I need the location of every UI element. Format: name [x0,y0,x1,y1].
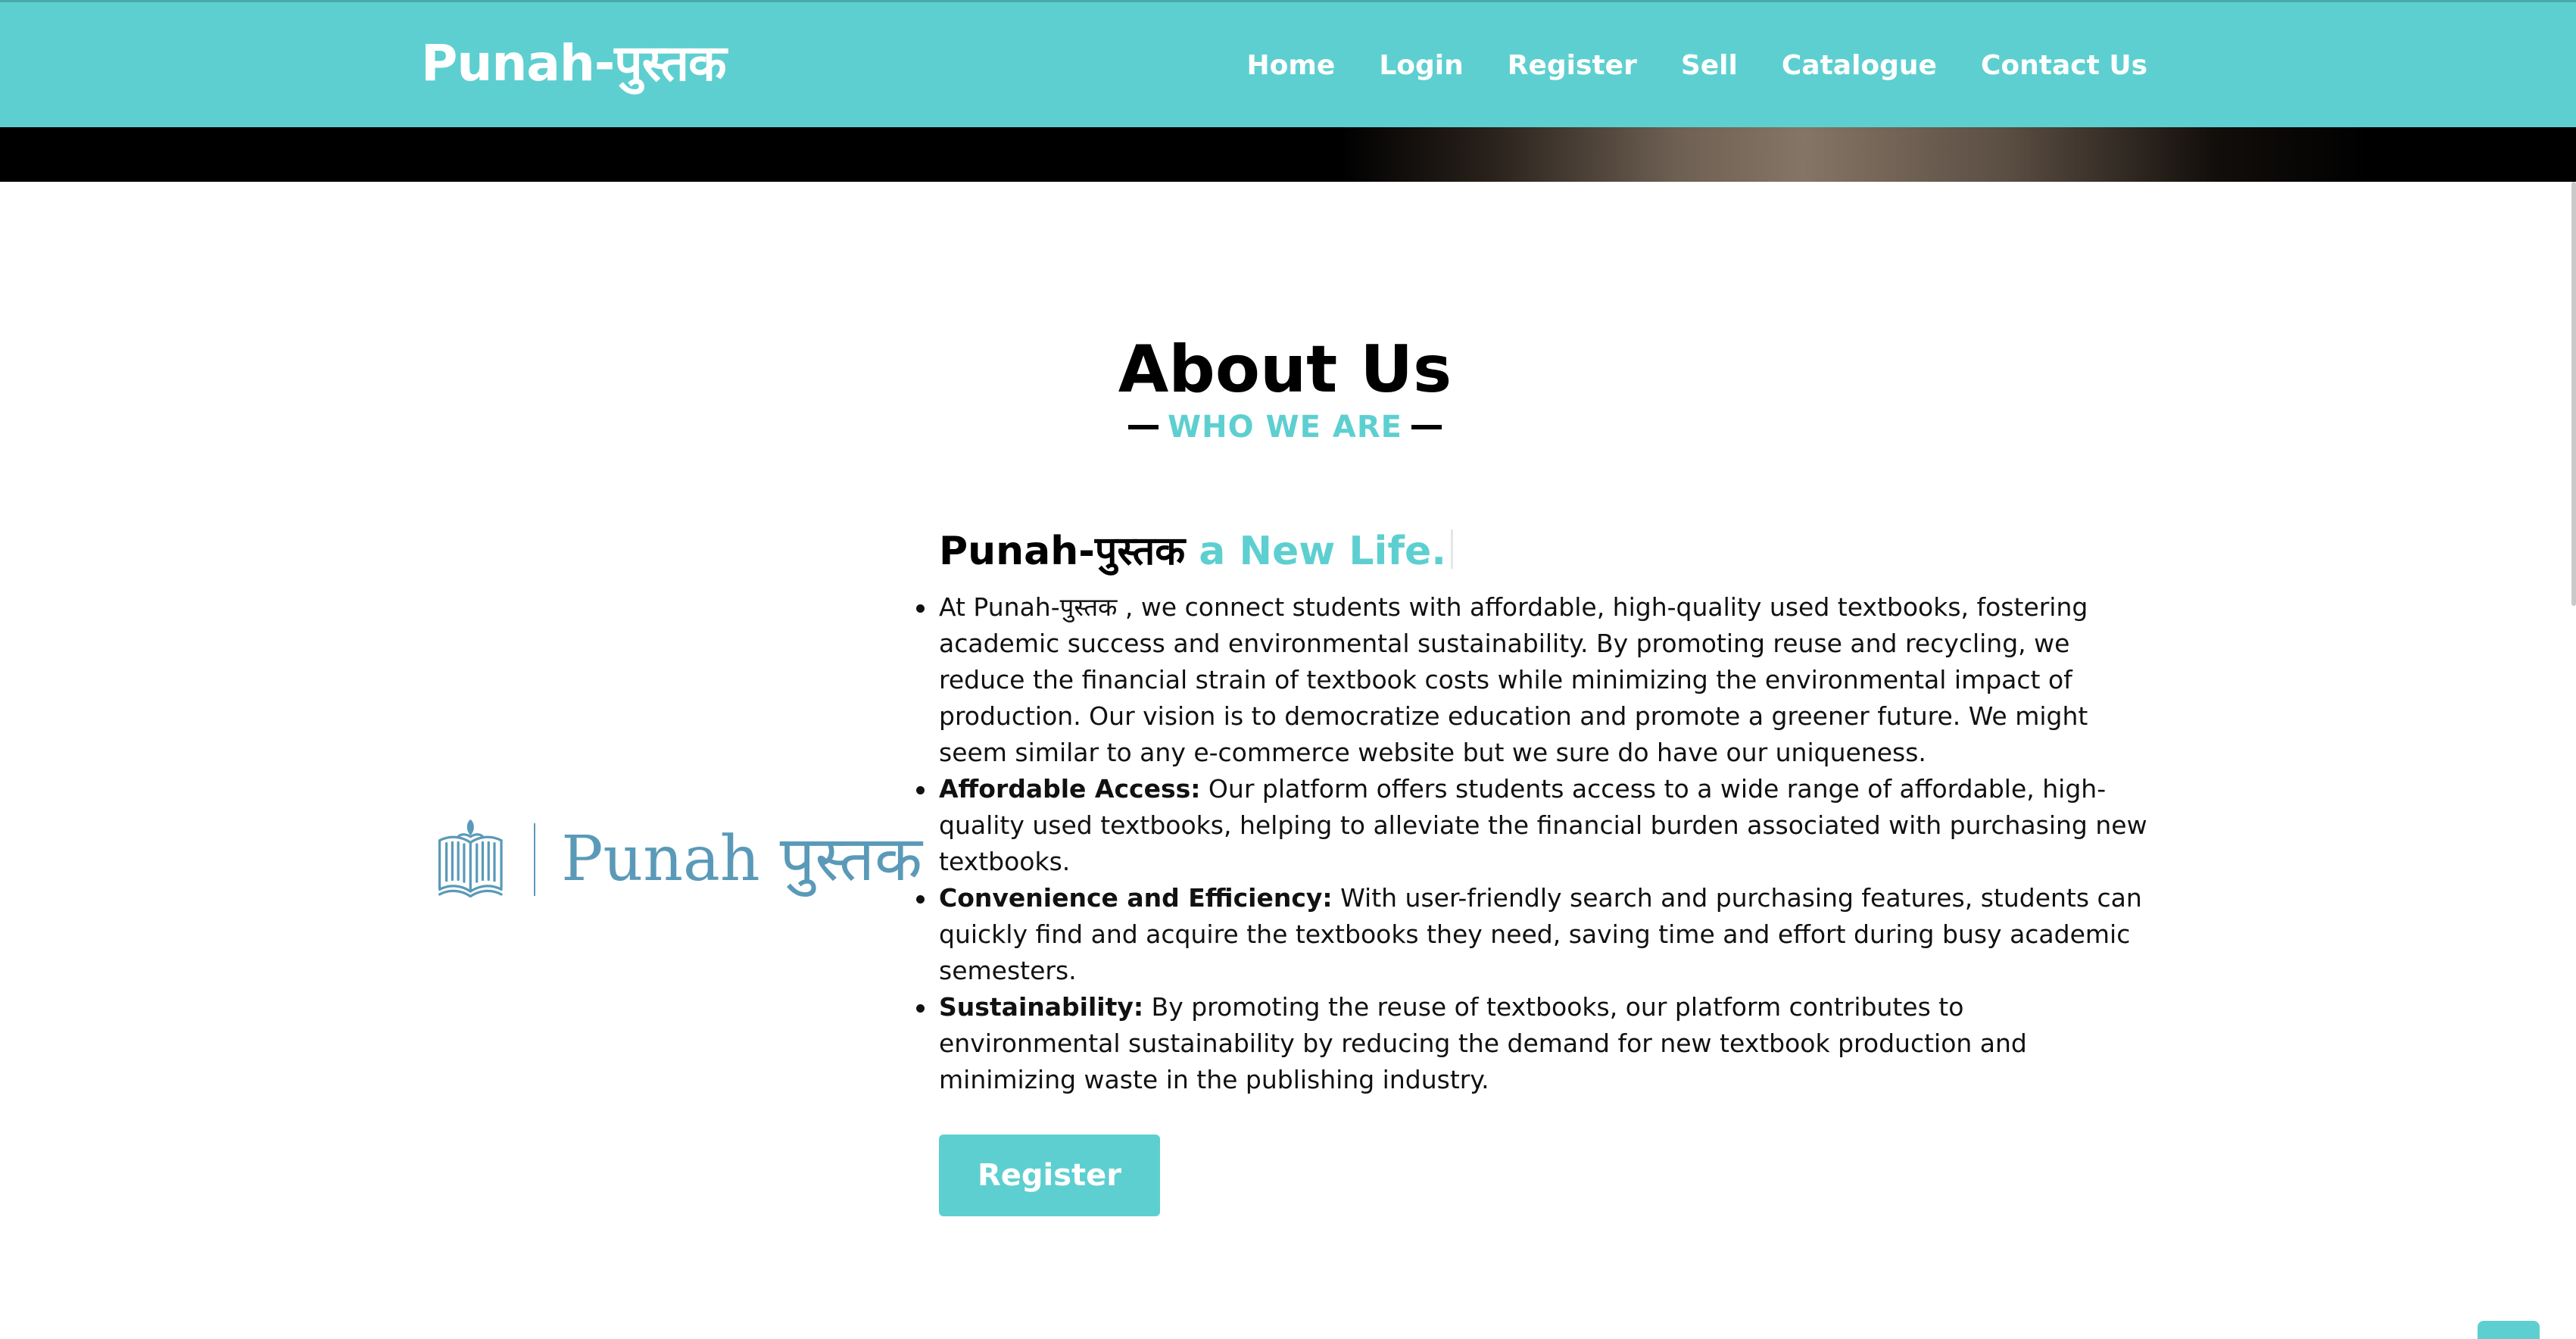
logo-wordmark: Punah पुस्तक [561,822,922,897]
list-item: Affordable Access: Our platform offers s… [939,771,2150,880]
typing-caret [1451,529,1453,569]
point-label: Convenience and Efficiency: [939,883,1333,913]
nav-catalogue[interactable]: Catalogue [1782,43,1937,89]
subtitle-dash-left [1128,425,1159,429]
page-scrollbar[interactable] [2571,182,2576,606]
nav-register[interactable]: Register [1508,43,1637,89]
nav-home[interactable]: Home [1247,43,1336,89]
about-points-list: At Punah-पुस्तक , we connect students wi… [939,589,2150,1098]
point-label: Affordable Access: [939,774,1200,804]
nav-login[interactable]: Login [1379,43,1463,89]
subtitle-dash-right [1411,425,1442,429]
nav-sell[interactable]: Sell [1681,43,1738,89]
open-book-icon [438,798,504,921]
about-content: Punah-पुस्तक a New Life. At Punah-पुस्तक… [939,523,2150,1216]
top-navbar: Punah-पुस्तक Home Login Register Sell Ca… [0,0,2576,127]
subtitle-text: WHO WE ARE [1168,406,1402,448]
about-title: About Us [0,324,2570,415]
register-button[interactable]: Register [939,1135,1160,1216]
nav-contact-us[interactable]: Contact Us [1981,43,2147,89]
list-item: Convenience and Efficiency: With user-fr… [939,880,2150,989]
hero-image-strip [0,127,2576,182]
main-nav: Home Login Register Sell Catalogue Conta… [1247,43,2147,89]
point-text: At Punah-पुस्तक , we connect students wi… [939,592,2088,767]
list-item: Sustainability: By promoting the reuse o… [939,989,2150,1098]
list-item: At Punah-पुस्तक , we connect students wi… [939,589,2150,771]
point-label: Sustainability: [939,992,1143,1022]
about-logo: Punah पुस्तक [438,780,922,939]
brand-logo-text[interactable]: Punah-पुस्तक [421,30,726,98]
logo-divider [534,823,536,896]
about-headline: Punah-पुस्तक a New Life. [939,523,2150,580]
headline-accent: a New Life. [1199,529,1446,574]
about-subtitle: WHO WE ARE [0,406,2570,448]
back-to-top-button[interactable] [2478,1321,2540,1339]
headline-brand: Punah-पुस्तक [939,529,1185,574]
